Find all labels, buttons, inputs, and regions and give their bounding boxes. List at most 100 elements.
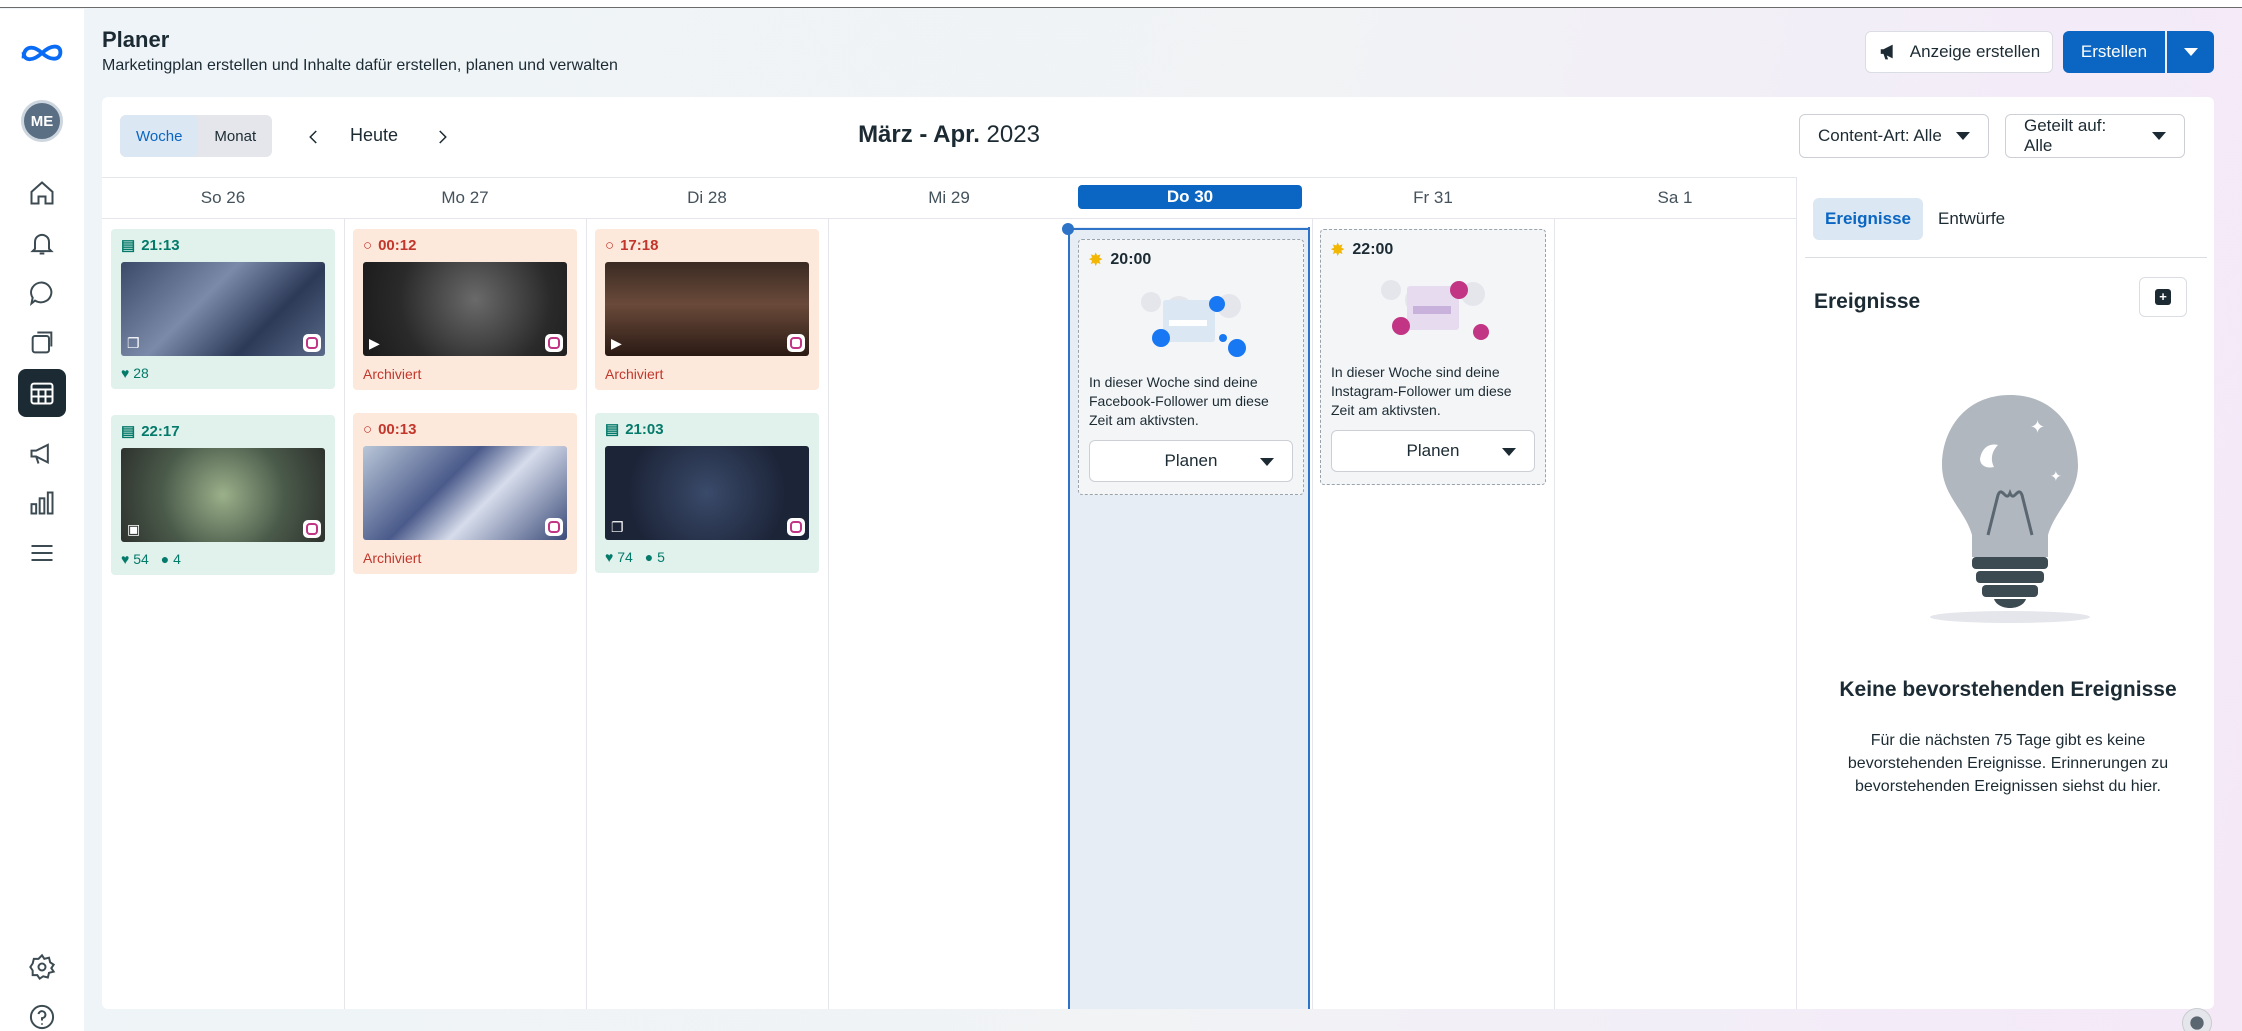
current-time-dot	[1062, 223, 1074, 235]
column-divider	[586, 219, 587, 1009]
carousel-icon: ❐	[611, 519, 624, 535]
create-ad-label: Anzeige erstellen	[1909, 42, 2041, 61]
shared-on-filter[interactable]: Geteilt auf: Alle	[2005, 114, 2185, 158]
content-icon[interactable]	[18, 319, 66, 367]
post-thumbnail: ▣	[121, 448, 325, 542]
suggestion-text: In dieser Woche sind deine Facebook-Foll…	[1089, 374, 1269, 428]
account-avatar[interactable]: ME	[18, 97, 66, 145]
help-icon[interactable]	[18, 993, 66, 1031]
comments-count: ● 4	[160, 551, 181, 567]
post-card[interactable]: ▤ 21:03 ❐ ♥ 74 ● 5	[595, 413, 819, 573]
notifications-icon[interactable]	[18, 219, 66, 267]
plan-button[interactable]: Planen	[1331, 430, 1535, 472]
column-divider	[344, 219, 345, 1009]
svg-text:✦: ✦	[2030, 417, 2045, 438]
ads-icon[interactable]	[18, 429, 66, 477]
right-panel-divider	[1796, 177, 1797, 1009]
chevron-down-icon	[2152, 132, 2166, 140]
settings-icon[interactable]	[18, 943, 66, 991]
post-card[interactable]: ○ 00:13 Archiviert	[353, 413, 577, 574]
post-status: Archiviert	[363, 550, 422, 566]
suggested-time: 22:00	[1352, 241, 1394, 258]
post-icon: ▤	[121, 423, 136, 440]
archive-icon: ○	[363, 236, 373, 254]
sidebar: ME	[0, 9, 84, 1031]
comments-count: ● 5	[644, 549, 665, 565]
day-header: Mi 29	[928, 188, 970, 207]
instagram-icon	[545, 334, 563, 352]
post-time: 17:18	[620, 236, 659, 254]
instagram-icon	[787, 518, 805, 536]
plan-button[interactable]: Planen	[1089, 440, 1293, 482]
post-card[interactable]: ▤ 21:13 ❐ ♥ 28	[111, 229, 335, 389]
tab-drafts[interactable]: Entwürfe	[1938, 198, 2005, 240]
post-card[interactable]: ○ 17:18 ▶ Archiviert	[595, 229, 819, 390]
create-ad-button[interactable]: Anzeige erstellen	[1865, 31, 2053, 73]
create-button[interactable]: Erstellen	[2063, 31, 2165, 73]
instagram-icon	[303, 520, 321, 538]
facebook-activity-illustration	[1141, 292, 1246, 357]
post-thumbnail: ▶	[363, 262, 567, 356]
megaphone-icon	[1880, 44, 1893, 60]
chevron-down-icon	[2183, 48, 2198, 56]
planner-panel: Woche Monat Heute März - Apr. 2023 Conte…	[102, 97, 2214, 1009]
plan-button-label: Planen	[1164, 451, 1218, 470]
add-event-icon: +	[2155, 289, 2171, 305]
content-type-filter[interactable]: Content-Art: Alle	[1799, 114, 1989, 158]
post-card[interactable]: ○ 00:12 ▶ Archiviert	[353, 229, 577, 390]
shared-on-filter-label: Geteilt auf: Alle	[2024, 116, 2107, 155]
meta-logo-icon[interactable]	[18, 29, 66, 77]
comments-value: 5	[657, 549, 665, 565]
play-icon: ▶	[369, 335, 380, 351]
suggested-time-card: ✸ 20:00 In dieser Woche sind deine Facebo…	[1078, 239, 1304, 495]
planner-icon[interactable]	[18, 369, 66, 417]
day-header-row: So 26 Mo 27 Di 28 Mi 29 Do 30 Fr 31 Sa 1	[102, 177, 1796, 219]
add-event-button[interactable]: +	[2139, 277, 2187, 317]
date-range: März - Apr. 2023	[102, 121, 1796, 149]
instagram-icon	[545, 518, 563, 536]
post-icon: ▤	[121, 237, 136, 254]
insights-icon[interactable]	[18, 479, 66, 527]
day-header: So 26	[200, 188, 246, 207]
chevron-down-icon	[1955, 132, 1970, 140]
inbox-icon[interactable]	[18, 269, 66, 317]
content-type-filter-label: Content-Art: Alle	[1818, 126, 1942, 145]
events-heading: Ereignisse	[1814, 290, 1921, 313]
post-time: 00:13	[378, 420, 417, 438]
language-globe-icon[interactable]	[2182, 1008, 2212, 1031]
reel-icon: ▣	[127, 521, 141, 537]
avatar-text: ME	[21, 100, 63, 142]
post-time: 21:03	[625, 420, 664, 438]
current-time-line	[1068, 228, 1310, 230]
page-title: Planer	[102, 27, 170, 52]
likes-count: ♥ 54	[121, 551, 149, 567]
post-time: 21:13	[141, 236, 180, 254]
column-divider	[828, 219, 829, 1009]
suggested-time-card: ✸ 22:00 In dieser Woche sind deine Instag…	[1320, 229, 1546, 485]
post-status: Archiviert	[363, 366, 422, 382]
empty-state-title: Keine bevorstehenden Ereignisse	[1839, 678, 2177, 701]
suggested-time: 20:00	[1110, 251, 1152, 268]
day-header-today: Do 30	[1078, 185, 1302, 209]
play-icon: ▶	[611, 335, 622, 351]
home-icon[interactable]	[18, 169, 66, 217]
tab-events[interactable]: Ereignisse	[1813, 198, 1923, 240]
likes-count: ♥ 28	[121, 365, 149, 381]
instagram-icon	[303, 334, 321, 352]
archive-icon: ○	[605, 236, 615, 254]
post-time: 22:17	[141, 422, 180, 440]
likes-value: 28	[133, 365, 149, 381]
sun-icon: ✸	[1331, 242, 1345, 259]
menu-icon[interactable]	[18, 529, 66, 577]
post-thumbnail: ▶	[605, 262, 809, 356]
date-range-year: 2023	[986, 121, 1040, 148]
post-card[interactable]: ▤ 22:17 ▣ ♥ 54 ● 4	[111, 415, 335, 575]
sun-icon: ✸	[1089, 252, 1103, 269]
carousel-icon: ❐	[127, 335, 140, 351]
window-top-edge	[0, 0, 2242, 8]
create-dropdown-button[interactable]	[2167, 31, 2214, 73]
chevron-down-icon	[1260, 458, 1274, 466]
day-header: Mo 27	[441, 188, 489, 207]
instagram-icon	[787, 334, 805, 352]
day-header: Sa 1	[1657, 188, 1693, 207]
